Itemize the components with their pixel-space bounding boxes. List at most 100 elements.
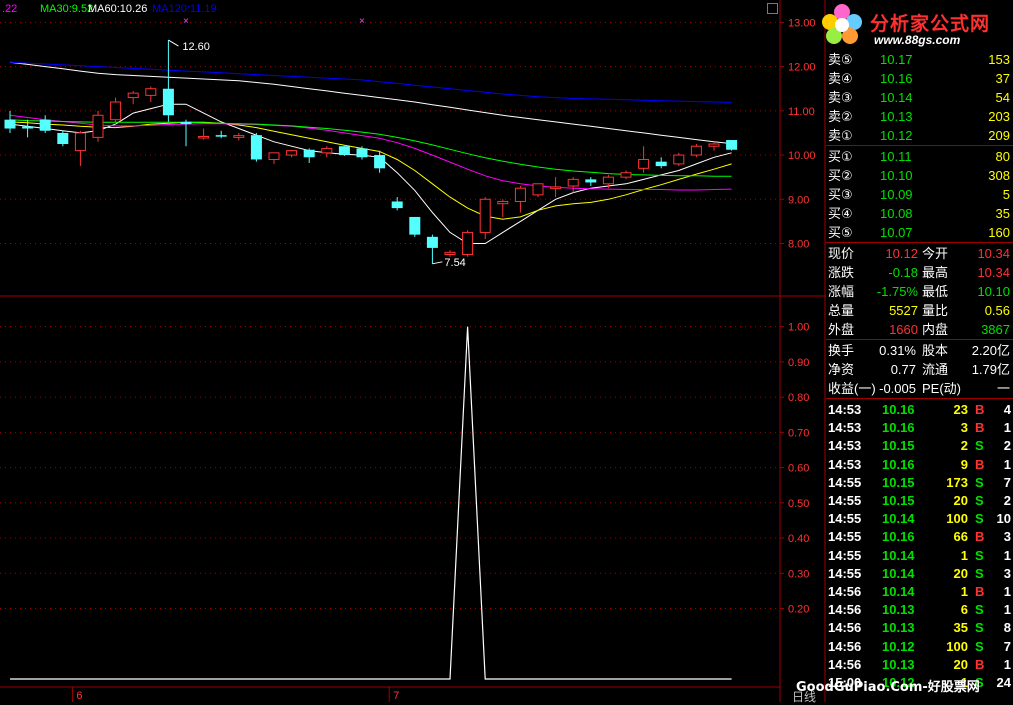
candle-body — [268, 152, 280, 160]
candle-body — [391, 201, 403, 209]
ask-label: 卖④ — [828, 71, 853, 86]
bid-price: 10.10 — [880, 168, 913, 183]
fundamental-label: 净资 — [828, 362, 855, 377]
tick-side: B — [975, 402, 985, 417]
tick-side: S — [975, 620, 984, 636]
candle — [585, 177, 597, 186]
tick-count: 8 — [1003, 620, 1011, 636]
sub-axis-label: 0.20 — [788, 604, 809, 616]
tick-count: 1 — [1003, 420, 1011, 436]
bid-volume: 308 — [988, 168, 1010, 183]
candle — [726, 140, 738, 151]
quote-value: 10.34 — [977, 265, 1010, 280]
tick-count: 7 — [1003, 638, 1011, 654]
tick-row: 14:53 10.15 2 S 2 — [826, 436, 1013, 455]
fundamental-value: 0.77 — [890, 362, 916, 377]
fundamental-value: 一 — [996, 381, 1010, 396]
tick-count: 10 — [996, 511, 1011, 527]
tick-count: 7 — [1003, 474, 1011, 490]
tick-side: B — [975, 420, 985, 436]
ask-volume: 153 — [988, 52, 1010, 67]
candle-body — [233, 135, 245, 138]
tick-count: 3 — [1003, 529, 1011, 545]
tick-price: 10.15 — [882, 493, 915, 508]
tick-time: 14:53 — [828, 438, 862, 454]
tick-price: 10.14 — [882, 547, 915, 563]
candle — [638, 146, 650, 173]
tick-side: S — [975, 474, 984, 490]
fundamental-value: 2.20亿 — [971, 343, 1010, 358]
candle-body — [567, 178, 579, 187]
ma-line-ma30 — [9, 119, 732, 177]
candle-body — [180, 121, 192, 125]
tick-volume: 9 — [960, 456, 968, 472]
tick-volume: 20 — [953, 656, 968, 672]
candle — [4, 110, 16, 133]
candle — [110, 97, 122, 125]
tick-time: 14:55 — [828, 474, 862, 490]
tick-row: 14:56 10.12 100 S 7 — [826, 637, 1013, 656]
fundamental-value: -0.005 — [879, 381, 916, 396]
tick-row: 14:56 10.13 6 S 1 — [826, 600, 1013, 619]
main-axis-label: 11.00 — [788, 106, 815, 118]
ask-volume: 203 — [988, 109, 1010, 124]
ask-label: 卖⑤ — [828, 52, 853, 67]
sub-axis-label: 0.90 — [788, 357, 809, 369]
candle — [567, 177, 579, 193]
tick-row: 14:53 10.16 23 B 4 — [826, 400, 1013, 419]
ask-row: 卖② 10.13 203 — [826, 107, 1013, 126]
candle-body — [198, 135, 210, 139]
ask-price: 10.13 — [880, 109, 913, 124]
close-icon[interactable] — [767, 3, 778, 14]
tick-volume: 100 — [946, 511, 968, 527]
tick-time: 14:56 — [828, 638, 862, 654]
quote-label: 最低 — [922, 284, 949, 299]
candle-body — [338, 146, 350, 156]
candle — [268, 152, 280, 164]
tick-price: 10.15 — [882, 438, 915, 454]
tick-side: B — [975, 656, 985, 672]
sub-axis-label: 0.70 — [788, 427, 809, 439]
tick-volume: 100 — [946, 638, 968, 654]
low-annotation: 7.54 — [444, 257, 465, 269]
candle-body — [110, 101, 122, 121]
tick-side: S — [975, 565, 984, 581]
candle — [250, 132, 262, 162]
tick-price: 10.14 — [882, 565, 915, 581]
tick-volume: 1 — [960, 584, 968, 599]
candle-body — [673, 154, 685, 165]
tick-side: B — [975, 584, 985, 599]
tick-price: 10.12 — [882, 638, 915, 654]
ma-label: MA60:10.26 — [88, 3, 148, 15]
candle-body — [444, 251, 456, 256]
bid-row: 买⑤ 10.07 160 — [826, 223, 1013, 242]
ma-line-ma20 — [9, 114, 732, 191]
tick-count: 1 — [1003, 584, 1011, 599]
panel-separator — [826, 145, 1013, 146]
ma-label: MA120:11.19 — [152, 3, 217, 15]
bid-row: 买① 10.11 80 — [826, 147, 1013, 166]
tick-count: 1 — [1003, 656, 1011, 672]
tick-row: 14:56 10.14 1 B 1 — [826, 582, 1013, 601]
bid-volume: 35 — [995, 206, 1010, 221]
panel-separator — [826, 398, 1013, 399]
candle — [655, 157, 667, 169]
tick-time: 14:53 — [828, 456, 862, 472]
bid-row: 买② 10.10 308 — [826, 166, 1013, 185]
fundamental-value: 0.31% — [879, 343, 916, 358]
tick-time: 14:55 — [828, 493, 862, 508]
tick-time: 14:56 — [828, 584, 862, 599]
bid-volume: 80 — [995, 149, 1010, 164]
candle-body — [374, 155, 386, 169]
tick-price: 10.13 — [882, 656, 915, 672]
candle — [74, 130, 86, 167]
tick-price: 10.13 — [882, 602, 915, 618]
candle-body — [127, 92, 139, 99]
tick-volume: 1 — [960, 547, 968, 563]
tick-price: 10.16 — [882, 402, 915, 417]
kline-chart[interactable]: 13.0012.0011.0010.009.008.001.000.900.80… — [0, 0, 826, 702]
date-label: 7 — [393, 690, 399, 702]
tick-time: 14:53 — [828, 420, 862, 436]
quote-row: 涨跌 -0.18 最高 10.34 — [826, 263, 1013, 282]
tick-volume: 173 — [946, 474, 968, 490]
